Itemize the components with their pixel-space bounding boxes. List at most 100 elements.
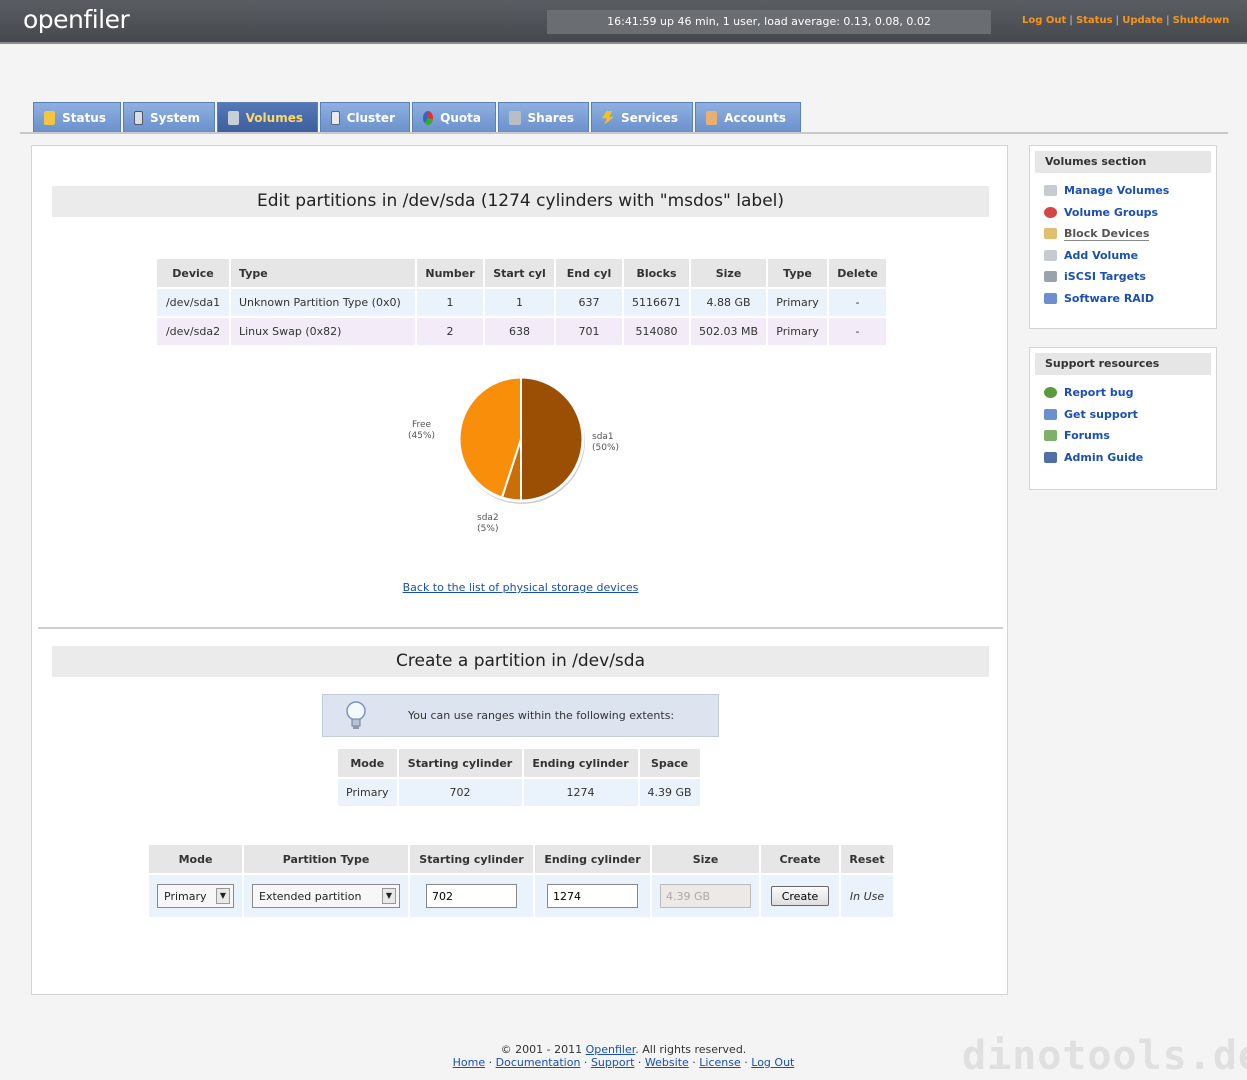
- col-partition-type: Partition Type: [244, 845, 408, 873]
- sidebar-item-label[interactable]: iSCSI Targets: [1064, 270, 1146, 283]
- cell-mode: Primary: [338, 779, 397, 806]
- tab-label: Cluster: [346, 110, 395, 125]
- mode-select[interactable]: Primary ▼: [157, 884, 234, 908]
- sidebar-item-admin-guide[interactable]: Admin Guide: [1044, 447, 1216, 469]
- end-cell: [535, 875, 650, 917]
- pie-label-free: Free (45%): [408, 420, 435, 442]
- partition-type-select-value: Extended partition: [259, 889, 362, 903]
- support-icon: [1044, 408, 1057, 420]
- partition-type-select[interactable]: Extended partition ▼: [252, 884, 400, 908]
- sidebar-item-block-devices[interactable]: Block Devices: [1044, 223, 1216, 245]
- cell-number: 1: [417, 289, 483, 316]
- tab-label: Status: [62, 110, 106, 125]
- extents-row: Primary 702 1274 4.39 GB: [338, 779, 700, 806]
- accounts-icon: [706, 110, 718, 125]
- sidebar-item-manage-volumes[interactable]: Manage Volumes: [1044, 180, 1216, 202]
- openfiler-link[interactable]: Openfiler: [586, 1043, 636, 1056]
- mode-cell: Primary ▼: [149, 875, 242, 917]
- quota-icon: [423, 110, 434, 125]
- cell-end: 701: [556, 318, 622, 345]
- cell-blocks: 514080: [624, 318, 689, 345]
- cell-space: 4.39 GB: [639, 779, 700, 806]
- update-link[interactable]: Update: [1122, 15, 1163, 26]
- shutdown-link[interactable]: Shutdown: [1173, 15, 1230, 26]
- status-icon: [44, 110, 56, 125]
- tab-label: Volumes: [245, 110, 303, 125]
- tab-volumes[interactable]: Volumes: [217, 102, 318, 132]
- sidebar-item-label[interactable]: Manage Volumes: [1064, 184, 1169, 197]
- sidebar-item-get-support[interactable]: Get support: [1044, 404, 1216, 426]
- sidebar-item-label[interactable]: Block Devices: [1064, 227, 1150, 241]
- watermark: dinotools.de: [962, 1033, 1247, 1079]
- admin-guide-icon: [1044, 451, 1057, 463]
- tab-label: Services: [620, 110, 678, 125]
- footer-logout-link[interactable]: Log Out: [751, 1056, 794, 1069]
- col-mode: Mode: [338, 749, 397, 777]
- tab-cluster[interactable]: Cluster: [320, 102, 410, 132]
- col-space: Space: [639, 749, 700, 777]
- sidebar-item-add-volume[interactable]: Add Volume: [1044, 245, 1216, 267]
- pie-label-sda1-pct: (50%): [592, 443, 620, 453]
- sidebar-item-label[interactable]: Add Volume: [1064, 249, 1138, 262]
- mode-select-value: Primary: [164, 889, 207, 903]
- cell-number: 2: [417, 318, 483, 345]
- lightbulb-icon: [346, 701, 366, 729]
- create-cell: Create: [761, 875, 839, 917]
- copyright-suffix: . All rights reserved.: [635, 1043, 747, 1056]
- tab-quota[interactable]: Quota: [412, 102, 496, 132]
- sidebar-item-forums[interactable]: Forums: [1044, 425, 1216, 447]
- col-type: Type: [231, 259, 415, 287]
- footer-license-link[interactable]: License: [699, 1056, 740, 1069]
- sidebar-item-label[interactable]: Volume Groups: [1064, 206, 1158, 219]
- tab-services[interactable]: Services: [591, 102, 693, 132]
- footer-support-link[interactable]: Support: [591, 1056, 634, 1069]
- col-create: Create: [761, 845, 839, 873]
- pie-label-sda1-name: sda1: [592, 432, 614, 442]
- chevron-down-icon: ▼: [382, 888, 396, 904]
- tab-underline: [20, 132, 1228, 134]
- sidebar-item-report-bug[interactable]: Report bug: [1044, 382, 1216, 404]
- footer-website-link[interactable]: Website: [645, 1056, 689, 1069]
- cell-ptype: Primary: [768, 289, 828, 316]
- status-link[interactable]: Status: [1076, 15, 1113, 26]
- col-ending-cylinder: Ending cylinder: [535, 845, 650, 873]
- col-size: Size: [691, 259, 767, 287]
- openfiler-logo[interactable]: openfiler: [23, 5, 130, 34]
- tab-shares[interactable]: Shares: [498, 102, 589, 132]
- sidebar-item-label[interactable]: Admin Guide: [1064, 451, 1143, 464]
- add-volume-icon: [1044, 249, 1057, 261]
- footer-documentation-link[interactable]: Documentation: [496, 1056, 581, 1069]
- pie-slice-sda1: [520, 375, 584, 503]
- pie-label-sda2-name: sda2: [477, 513, 499, 523]
- logout-link[interactable]: Log Out: [1022, 15, 1066, 26]
- volumes-section-title: Volumes section: [1035, 151, 1211, 173]
- sidebar-item-label[interactable]: Report bug: [1064, 386, 1133, 399]
- col-reset: Reset: [841, 845, 893, 873]
- back-to-devices-link[interactable]: Back to the list of physical storage dev…: [403, 581, 639, 594]
- create-button[interactable]: Create: [770, 886, 830, 906]
- sidebar-item-software-raid[interactable]: Software RAID: [1044, 288, 1216, 310]
- col-type2: Type: [768, 259, 828, 287]
- starting-cylinder-input[interactable]: [426, 884, 517, 908]
- sidebar-item-volume-groups[interactable]: Volume Groups: [1044, 202, 1216, 224]
- volumes-section-box: Volumes section Manage Volumes Volume Gr…: [1029, 145, 1217, 329]
- cell-end: 637: [556, 289, 622, 316]
- tab-system[interactable]: System: [123, 102, 215, 132]
- footer-home-link[interactable]: Home: [453, 1056, 485, 1069]
- cell-delete: -: [829, 289, 887, 316]
- tab-accounts[interactable]: Accounts: [695, 102, 801, 132]
- software-raid-icon: [1044, 292, 1057, 304]
- services-icon: [602, 110, 614, 125]
- tab-label: Accounts: [724, 110, 786, 125]
- copyright-prefix: © 2001 - 2011: [500, 1043, 583, 1056]
- sidebar-item-label[interactable]: Software RAID: [1064, 292, 1154, 305]
- system-icon: [134, 110, 143, 125]
- ending-cylinder-input[interactable]: [547, 884, 638, 908]
- pie-label-sda2-pct: (5%): [477, 524, 499, 534]
- sidebar-item-label[interactable]: Forums: [1064, 429, 1110, 442]
- sidebar-item-iscsi-targets[interactable]: iSCSI Targets: [1044, 266, 1216, 288]
- manage-volumes-icon: [1044, 185, 1057, 197]
- tab-status[interactable]: Status: [33, 102, 121, 132]
- sidebar-item-label[interactable]: Get support: [1064, 408, 1138, 421]
- col-mode: Mode: [149, 845, 242, 873]
